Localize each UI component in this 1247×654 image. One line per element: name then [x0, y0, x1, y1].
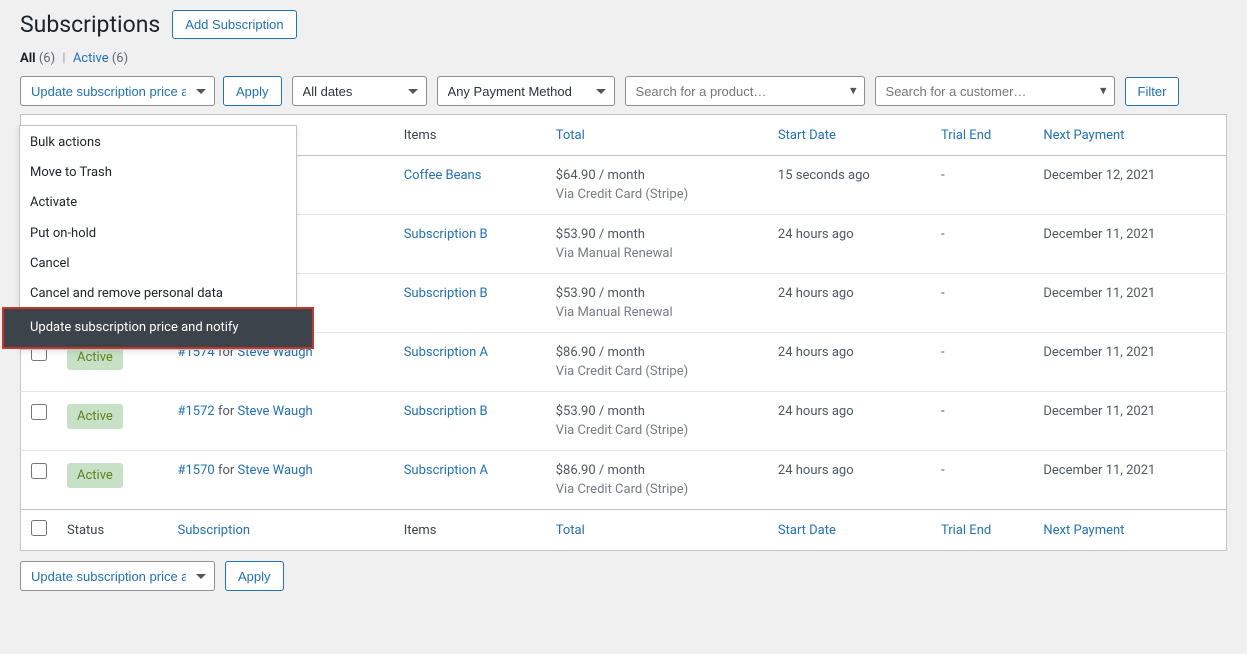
product-search-input[interactable]: [625, 76, 865, 106]
start-date: 24 hours ago: [768, 392, 931, 451]
dropdown-item-put-on-hold[interactable]: Put on-hold: [20, 219, 296, 249]
payment-via-label: Via Credit Card (Stripe): [556, 364, 758, 379]
col-total-footer[interactable]: Total: [546, 510, 768, 551]
apply-button[interactable]: Apply: [223, 76, 282, 106]
col-status-footer[interactable]: Status: [57, 510, 168, 551]
col-next-payment[interactable]: Next Payment: [1033, 115, 1226, 156]
col-start-date-footer[interactable]: Start Date: [768, 510, 931, 551]
item-link[interactable]: Subscription B: [404, 227, 488, 242]
dropdown-item-cancel[interactable]: Cancel: [20, 249, 296, 279]
start-date: 24 hours ago: [768, 333, 931, 392]
payment-via-label: Via Credit Card (Stripe): [556, 423, 758, 438]
filter-active[interactable]: Active: [73, 51, 109, 66]
start-date: 24 hours ago: [768, 215, 931, 274]
status-filter-links: All (6) | Active (6): [20, 51, 1227, 66]
payment-via-label: Via Credit Card (Stripe): [556, 482, 758, 497]
select-all-checkbox-footer[interactable]: [31, 520, 47, 536]
dropdown-item-bulk-actions[interactable]: Bulk actions: [20, 126, 296, 158]
col-trial-end-footer[interactable]: Trial End: [931, 510, 1033, 551]
col-start-date[interactable]: Start Date: [768, 115, 931, 156]
item-link[interactable]: Subscription B: [404, 286, 488, 301]
start-date: 24 hours ago: [768, 451, 931, 510]
trial-end: -: [931, 215, 1033, 274]
col-items-footer[interactable]: Items: [394, 510, 546, 551]
dropdown-item-cancel-remove-personal[interactable]: Cancel and remove personal data: [20, 279, 296, 309]
total-amount: $53.90 / month: [556, 227, 758, 242]
col-items[interactable]: Items: [394, 115, 546, 156]
col-trial-end[interactable]: Trial End: [931, 115, 1033, 156]
item-link[interactable]: Subscription B: [404, 404, 488, 419]
payment-method-select[interactable]: Any Payment Method: [437, 76, 615, 106]
total-amount: $86.90 / month: [556, 345, 758, 360]
payment-via-label: Via Manual Renewal: [556, 246, 758, 261]
filter-active-count: (6): [112, 51, 128, 66]
start-date: 15 seconds ago: [768, 156, 931, 215]
dropdown-item-update-price-notify[interactable]: Update subscription price and notify: [2, 307, 314, 349]
item-link[interactable]: Coffee Beans: [404, 168, 482, 183]
trial-end: -: [931, 156, 1033, 215]
trial-end: -: [931, 451, 1033, 510]
filter-all[interactable]: All: [20, 51, 36, 66]
status-badge: Active: [67, 463, 123, 488]
payment-via-label: Via Credit Card (Stripe): [556, 187, 758, 202]
customer-link[interactable]: Steve Waugh: [238, 463, 313, 478]
customer-search-input[interactable]: [875, 76, 1115, 106]
total-amount: $86.90 / month: [556, 463, 758, 478]
next-payment: December 11, 2021: [1033, 392, 1226, 451]
bulk-action-select-bottom[interactable]: Update subscription price and notify: [20, 561, 215, 591]
row-checkbox[interactable]: [31, 463, 47, 479]
dates-select[interactable]: All dates: [292, 76, 427, 106]
col-total[interactable]: Total: [546, 115, 768, 156]
add-subscription-button[interactable]: Add Subscription: [172, 10, 296, 39]
filter-all-count: (6): [39, 51, 55, 66]
next-payment: December 12, 2021: [1033, 156, 1226, 215]
subscription-id-link[interactable]: #1570: [178, 463, 215, 478]
item-link[interactable]: Subscription A: [404, 345, 488, 360]
next-payment: December 11, 2021: [1033, 333, 1226, 392]
page-title: Subscriptions: [20, 11, 160, 38]
customer-link[interactable]: Steve Waugh: [238, 404, 313, 419]
trial-end: -: [931, 274, 1033, 333]
payment-via-label: Via Manual Renewal: [556, 305, 758, 320]
total-amount: $53.90 / month: [556, 286, 758, 301]
filter-button[interactable]: Filter: [1125, 77, 1180, 106]
col-subscription-footer[interactable]: Subscription: [168, 510, 394, 551]
next-payment: December 11, 2021: [1033, 451, 1226, 510]
table-row: Active #1572 for Steve Waugh Subscription …: [21, 392, 1227, 451]
total-amount: $53.90 / month: [556, 404, 758, 419]
table-row: Active #1570 for Steve Waugh Subscription …: [21, 451, 1227, 510]
trial-end: -: [931, 392, 1033, 451]
bulk-action-select[interactable]: Update subscription price and notify: [20, 76, 215, 106]
subscription-id-link[interactable]: #1572: [178, 404, 215, 419]
subscription-for-label: for: [218, 463, 238, 478]
start-date: 24 hours ago: [768, 274, 931, 333]
next-payment: December 11, 2021: [1033, 274, 1226, 333]
trial-end: -: [931, 333, 1033, 392]
apply-button-bottom[interactable]: Apply: [225, 561, 284, 591]
dropdown-item-activate[interactable]: Activate: [20, 188, 296, 218]
col-next-payment-footer[interactable]: Next Payment: [1033, 510, 1226, 551]
total-amount: $64.90 / month: [556, 168, 758, 183]
status-badge: Active: [67, 404, 123, 429]
dropdown-item-move-to-trash[interactable]: Move to Trash: [20, 158, 296, 188]
bulk-action-dropdown: Bulk actions Move to Trash Activate Put …: [19, 125, 297, 350]
next-payment: December 11, 2021: [1033, 215, 1226, 274]
row-checkbox[interactable]: [31, 404, 47, 420]
item-link[interactable]: Subscription A: [404, 463, 488, 478]
subscription-for-label: for: [218, 404, 238, 419]
